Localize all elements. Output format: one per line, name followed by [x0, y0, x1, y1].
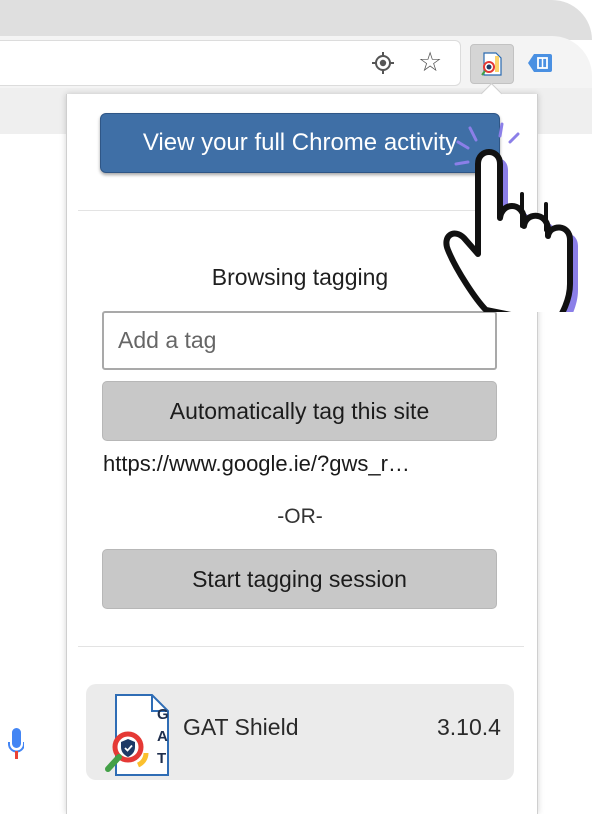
auto-tag-site-button[interactable]: Automatically tag this site	[102, 381, 497, 441]
extension-icon[interactable]	[527, 52, 553, 74]
or-separator: -OR-	[277, 505, 323, 528]
divider	[78, 646, 524, 647]
location-target-icon[interactable]	[371, 51, 395, 75]
gat-extension-icon	[481, 52, 502, 76]
gat-extension-button[interactable]	[470, 44, 514, 84]
tab-strip	[0, 0, 592, 40]
pointing-hand-icon	[443, 122, 578, 312]
bookmark-star-icon[interactable]: ☆	[418, 47, 442, 77]
gat-shield-logo-icon: G A T	[105, 694, 169, 776]
logo-letter-t: T	[157, 750, 166, 767]
microphone-icon[interactable]	[8, 726, 24, 762]
start-tagging-session-button[interactable]: Start tagging session	[102, 549, 497, 609]
add-tag-input[interactable]	[102, 311, 497, 370]
app-version: 3.10.4	[437, 714, 501, 740]
current-url: https://www.google.ie/?gws_r…	[103, 451, 410, 476]
app-name: GAT Shield	[183, 714, 299, 740]
logo-letter-a: A	[157, 728, 168, 745]
logo-letter-g: G	[157, 706, 169, 723]
